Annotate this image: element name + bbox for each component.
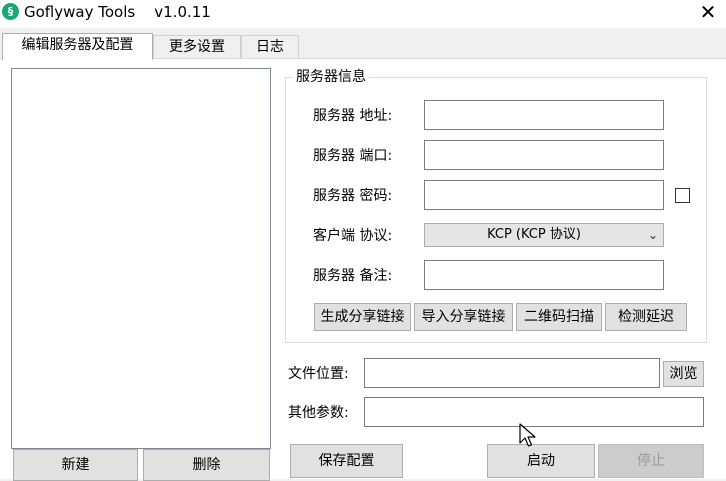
window-title: Goflyway Tools v1.0.11: [24, 3, 211, 21]
server-info-title: 服务器信息: [293, 68, 369, 86]
generate-share-link-button[interactable]: 生成分享链接: [314, 303, 411, 331]
save-config-button[interactable]: 保存配置: [290, 444, 403, 478]
app-icon: §: [2, 3, 19, 20]
tab-more-settings[interactable]: 更多设置: [153, 35, 241, 60]
address-label: 服务器 地址:: [313, 108, 393, 124]
server-list[interactable]: [11, 68, 271, 449]
start-button[interactable]: 启动: [487, 444, 595, 478]
check-latency-button[interactable]: 检测延迟: [605, 303, 687, 331]
delete-server-button[interactable]: 删除: [143, 449, 270, 481]
show-password-checkbox[interactable]: [675, 188, 690, 203]
file-location-label: 文件位置:: [288, 366, 349, 382]
port-label: 服务器 端口:: [313, 148, 393, 164]
file-location-input[interactable]: [364, 358, 660, 388]
note-label: 服务器 备注:: [313, 268, 393, 284]
protocol-select[interactable]: KCP (KCP 协议) ⌄: [424, 223, 664, 247]
other-params-label: 其他参数:: [288, 405, 349, 421]
protocol-label: 客户端 协议:: [313, 228, 393, 244]
address-input[interactable]: [424, 100, 664, 130]
password-input[interactable]: [424, 180, 664, 210]
tab-log[interactable]: 日志: [241, 35, 299, 60]
title-bar: § Goflyway Tools v1.0.11 ✕: [0, 0, 726, 28]
close-icon[interactable]: ✕: [690, 0, 726, 26]
qr-scan-button[interactable]: 二维码扫描: [516, 303, 602, 331]
new-server-button[interactable]: 新建: [13, 449, 138, 481]
chevron-down-icon: ⌄: [647, 228, 658, 242]
import-share-link-button[interactable]: 导入分享链接: [414, 303, 513, 331]
mouse-cursor-icon: [519, 423, 536, 447]
stop-button: 停止: [598, 444, 704, 478]
protocol-selected-value: KCP (KCP 协议): [487, 227, 581, 242]
port-input[interactable]: [424, 140, 664, 170]
browse-button[interactable]: 浏览: [663, 361, 704, 387]
tab-edit-server-config[interactable]: 编辑服务器及配置: [2, 33, 153, 60]
password-label: 服务器 密码:: [313, 188, 393, 204]
note-input[interactable]: [424, 260, 664, 290]
